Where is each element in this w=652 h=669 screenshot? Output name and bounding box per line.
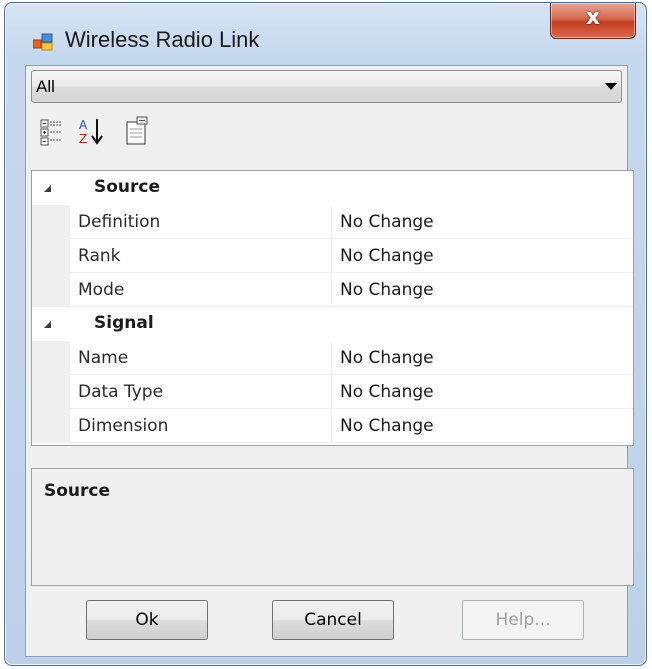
property-value[interactable]: No Change — [340, 246, 434, 266]
alphabetical-sort-icon[interactable]: A Z — [75, 114, 109, 148]
app-icon — [33, 33, 53, 51]
property-value[interactable]: No Change — [340, 212, 434, 232]
property-pages-icon[interactable] — [119, 114, 153, 148]
category-row-source[interactable]: Source — [32, 171, 633, 205]
categorized-icon[interactable] — [35, 114, 69, 148]
category-label: Signal — [94, 313, 154, 333]
property-name: Data Type — [78, 382, 164, 402]
filter-dropdown[interactable]: All — [31, 70, 622, 103]
close-button[interactable]: x — [550, 3, 636, 39]
svg-text:A: A — [79, 118, 88, 132]
filter-dropdown-value: All — [36, 77, 55, 96]
chevron-down-icon[interactable] — [605, 83, 617, 90]
property-toolbar: A Z — [31, 108, 622, 152]
property-name: Rank — [78, 246, 121, 266]
property-name: Dimension — [78, 416, 169, 436]
property-row[interactable]: Dimension No Change — [32, 409, 633, 443]
property-row[interactable]: Rank No Change — [32, 239, 633, 273]
help-button[interactable]: Help... — [462, 600, 584, 640]
category-label: Source — [94, 177, 161, 197]
svg-text:Z: Z — [79, 132, 87, 146]
ok-button[interactable]: Ok — [86, 600, 208, 640]
property-value[interactable]: No Change — [340, 348, 434, 368]
description-title: Source — [44, 481, 111, 501]
property-name: Definition — [78, 212, 161, 232]
property-value[interactable]: No Change — [340, 416, 434, 436]
description-panel: Source — [31, 468, 634, 586]
property-row[interactable]: Name No Change — [32, 341, 633, 375]
close-icon: x — [585, 5, 601, 30]
collapse-triangle-icon[interactable] — [44, 185, 51, 192]
property-row[interactable]: Mode No Change — [32, 273, 633, 307]
collapse-triangle-icon[interactable] — [44, 321, 51, 328]
property-row[interactable]: Data Type No Change — [32, 375, 633, 409]
cancel-button[interactable]: Cancel — [272, 600, 394, 640]
window-title: Wireless Radio Link — [65, 27, 260, 52]
property-value[interactable]: No Change — [340, 382, 434, 402]
dialog-window: Wireless Radio Link x All A Z Source Def… — [4, 2, 647, 666]
property-name: Name — [78, 348, 129, 368]
property-grid: Source Definition No Change Rank No Chan… — [31, 170, 634, 446]
property-value[interactable]: No Change — [340, 280, 434, 300]
property-row[interactable]: Definition No Change — [32, 205, 633, 239]
category-row-signal[interactable]: Signal — [32, 307, 633, 341]
property-name: Mode — [78, 280, 125, 300]
title-bar[interactable]: Wireless Radio Link x — [5, 3, 646, 65]
dialog-client-area: All A Z Source Definition No Change Rank… — [25, 65, 634, 657]
